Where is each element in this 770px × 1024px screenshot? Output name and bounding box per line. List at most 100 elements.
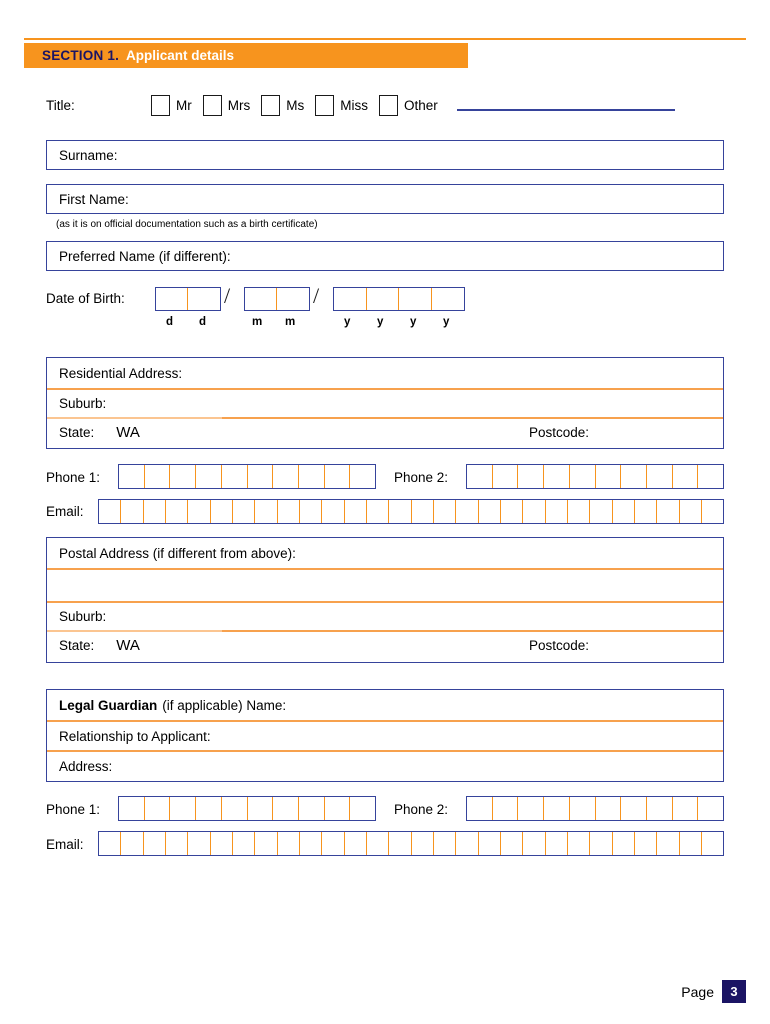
checkbox-mr[interactable] bbox=[151, 94, 170, 116]
applicant-phone2-cell-10[interactable] bbox=[698, 465, 723, 488]
dob-day-cell-1[interactable] bbox=[156, 288, 189, 310]
applicant-phone1-cell-7[interactable] bbox=[273, 465, 299, 488]
applicant-phone2-cell-7[interactable] bbox=[621, 465, 647, 488]
guardian-email-cell-16[interactable] bbox=[434, 832, 457, 855]
applicant-email-cell-6[interactable] bbox=[211, 500, 233, 523]
guardian-email-cell-22[interactable] bbox=[568, 832, 591, 855]
residential-state-row[interactable]: State: WA Postcode: bbox=[47, 418, 723, 447]
guardian-email-cell-28[interactable] bbox=[702, 832, 723, 855]
guardian-phone1-cell-7[interactable] bbox=[273, 797, 299, 820]
applicant-email-cell-10[interactable] bbox=[300, 500, 323, 523]
residential-address-row[interactable]: Residential Address: bbox=[47, 358, 723, 389]
guardian-email-cell-10[interactable] bbox=[300, 832, 323, 855]
preferred-name-field-box[interactable]: Preferred Name (if different): bbox=[46, 241, 724, 271]
applicant-email-cell-5[interactable] bbox=[188, 500, 211, 523]
guardian-email-cell-17[interactable] bbox=[456, 832, 479, 855]
guardian-email-cell-3[interactable] bbox=[144, 832, 166, 855]
guardian-email-cell-18[interactable] bbox=[479, 832, 501, 855]
guardian-email-cell-23[interactable] bbox=[590, 832, 613, 855]
applicant-phone2-cell-2[interactable] bbox=[493, 465, 519, 488]
title-option-miss[interactable]: Miss bbox=[315, 94, 379, 116]
guardian-email-cell-7[interactable] bbox=[233, 832, 256, 855]
dob-year-cell-4[interactable] bbox=[432, 288, 464, 310]
applicant-phone1-input[interactable] bbox=[118, 464, 376, 489]
applicant-email-cell-22[interactable] bbox=[568, 500, 591, 523]
guardian-email-cell-5[interactable] bbox=[188, 832, 211, 855]
applicant-email-cell-3[interactable] bbox=[144, 500, 166, 523]
title-option-mrs[interactable]: Mrs bbox=[202, 94, 262, 116]
title-option-mr[interactable]: Mr bbox=[151, 94, 203, 116]
applicant-phone1-cell-9[interactable] bbox=[325, 465, 351, 488]
surname-field-box[interactable]: Surname: bbox=[46, 140, 724, 170]
guardian-phone2-cell-6[interactable] bbox=[596, 797, 622, 820]
applicant-phone1-cell-6[interactable] bbox=[248, 465, 274, 488]
guardian-email-cell-2[interactable] bbox=[121, 832, 144, 855]
applicant-phone1-cell-3[interactable] bbox=[170, 465, 197, 488]
dob-month-group[interactable] bbox=[244, 287, 310, 311]
guardian-email-cell-8[interactable] bbox=[255, 832, 278, 855]
guardian-phone2-cell-3[interactable] bbox=[518, 797, 545, 820]
applicant-phone1-cell-8[interactable] bbox=[299, 465, 325, 488]
dob-month-cell-1[interactable] bbox=[245, 288, 278, 310]
applicant-email-cell-19[interactable] bbox=[501, 500, 524, 523]
postal-address-line2-row[interactable] bbox=[47, 569, 723, 602]
guardian-email-cell-21[interactable] bbox=[546, 832, 568, 855]
guardian-phone1-cell-4[interactable] bbox=[196, 797, 222, 820]
guardian-phone2-cell-9[interactable] bbox=[673, 797, 699, 820]
applicant-email-cell-15[interactable] bbox=[412, 500, 434, 523]
dob-year-cell-2[interactable] bbox=[367, 288, 399, 310]
guardian-phone1-input[interactable] bbox=[118, 796, 376, 821]
applicant-email-input[interactable] bbox=[98, 499, 724, 524]
guardian-phone2-cell-7[interactable] bbox=[621, 797, 647, 820]
applicant-email-cell-28[interactable] bbox=[702, 500, 723, 523]
guardian-email-cell-19[interactable] bbox=[501, 832, 524, 855]
guardian-phone1-cell-3[interactable] bbox=[170, 797, 197, 820]
guardian-email-cell-12[interactable] bbox=[345, 832, 367, 855]
guardian-email-cell-11[interactable] bbox=[322, 832, 345, 855]
guardian-email-cell-25[interactable] bbox=[635, 832, 658, 855]
guardian-address-row[interactable]: Address: bbox=[47, 751, 723, 781]
guardian-phone2-cell-2[interactable] bbox=[493, 797, 519, 820]
dob-year-cell-1[interactable] bbox=[334, 288, 367, 310]
title-option-other[interactable]: Other bbox=[379, 94, 449, 116]
guardian-phone1-cell-5[interactable] bbox=[222, 797, 248, 820]
postal-state-row[interactable]: State: WA Postcode: bbox=[47, 631, 723, 660]
dob-year-cell-3[interactable] bbox=[399, 288, 432, 310]
guardian-phone1-cell-2[interactable] bbox=[145, 797, 171, 820]
guardian-email-cell-14[interactable] bbox=[389, 832, 412, 855]
applicant-email-cell-7[interactable] bbox=[233, 500, 256, 523]
applicant-email-cell-16[interactable] bbox=[434, 500, 457, 523]
applicant-email-cell-1[interactable] bbox=[99, 500, 122, 523]
guardian-phone2-cell-10[interactable] bbox=[698, 797, 723, 820]
guardian-phone2-cell-4[interactable] bbox=[544, 797, 570, 820]
first-name-field-box[interactable]: First Name: bbox=[46, 184, 724, 214]
guardian-phone2-cell-8[interactable] bbox=[647, 797, 673, 820]
applicant-email-cell-8[interactable] bbox=[255, 500, 278, 523]
residential-suburb-row[interactable]: Suburb: bbox=[47, 389, 723, 418]
applicant-email-cell-27[interactable] bbox=[680, 500, 702, 523]
applicant-phone1-cell-1[interactable] bbox=[119, 465, 145, 488]
applicant-email-cell-20[interactable] bbox=[523, 500, 546, 523]
applicant-phone1-cell-2[interactable] bbox=[145, 465, 171, 488]
applicant-email-cell-18[interactable] bbox=[479, 500, 501, 523]
guardian-email-cell-24[interactable] bbox=[613, 832, 635, 855]
applicant-email-cell-2[interactable] bbox=[121, 500, 144, 523]
title-other-input-line[interactable] bbox=[456, 109, 675, 111]
applicant-phone2-cell-5[interactable] bbox=[570, 465, 596, 488]
applicant-phone2-cell-6[interactable] bbox=[596, 465, 622, 488]
applicant-email-cell-25[interactable] bbox=[635, 500, 658, 523]
applicant-email-cell-12[interactable] bbox=[345, 500, 367, 523]
guardian-phone1-cell-6[interactable] bbox=[248, 797, 274, 820]
guardian-email-cell-26[interactable] bbox=[657, 832, 680, 855]
applicant-phone1-cell-10[interactable] bbox=[350, 465, 375, 488]
applicant-email-cell-21[interactable] bbox=[546, 500, 568, 523]
checkbox-other[interactable] bbox=[379, 94, 398, 116]
guardian-email-cell-15[interactable] bbox=[412, 832, 434, 855]
guardian-relationship-row[interactable]: Relationship to Applicant: bbox=[47, 721, 723, 751]
postal-address-row[interactable]: Postal Address (if different from above)… bbox=[47, 538, 723, 569]
applicant-email-cell-14[interactable] bbox=[389, 500, 412, 523]
guardian-phone1-cell-1[interactable] bbox=[119, 797, 145, 820]
guardian-phone1-cell-9[interactable] bbox=[325, 797, 351, 820]
applicant-email-cell-23[interactable] bbox=[590, 500, 613, 523]
applicant-phone2-cell-1[interactable] bbox=[467, 465, 493, 488]
